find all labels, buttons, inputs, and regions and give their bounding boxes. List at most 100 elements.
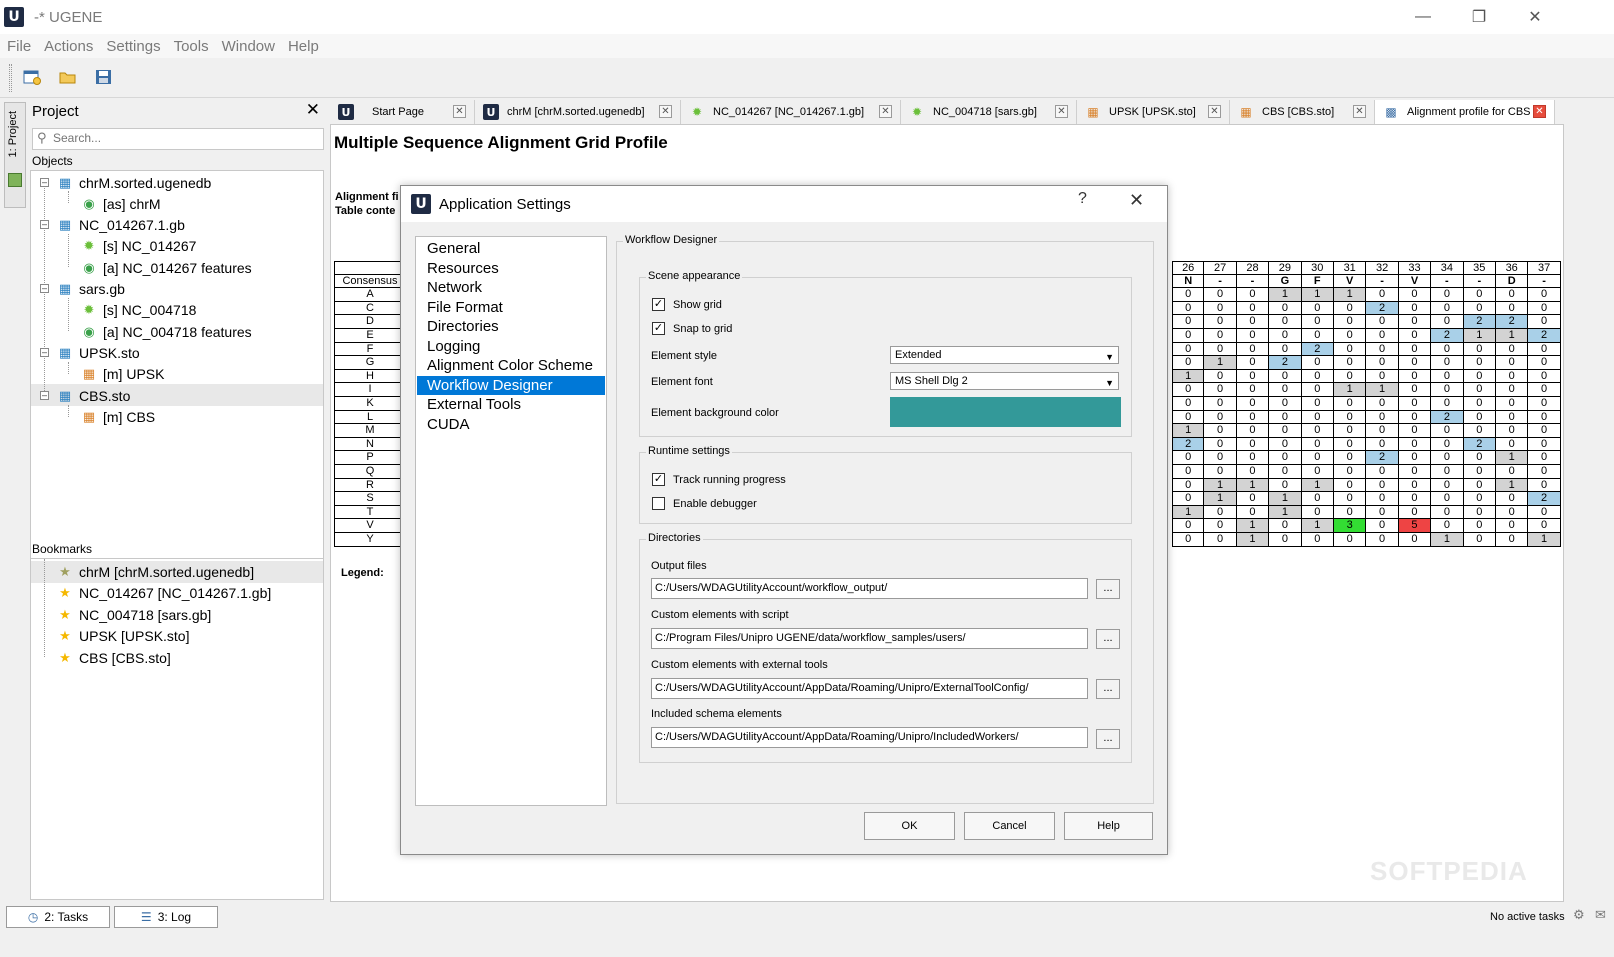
element-font-combo[interactable]: MS Shell Dlg 2 ▼ xyxy=(890,372,1119,390)
project-side-tab[interactable]: 1: Project xyxy=(4,102,26,208)
menu-file[interactable]: File xyxy=(1,38,37,55)
ok-button[interactable]: OK xyxy=(864,812,955,840)
category-general[interactable]: General xyxy=(417,239,605,258)
tree-item-object[interactable]: ✹ [s] NC_004718 xyxy=(81,299,197,321)
messages-icon[interactable]: ✉ xyxy=(1595,907,1606,923)
show-grid-checkbox[interactable]: ✓ Show grid xyxy=(652,298,722,311)
enable-debugger-checkbox[interactable]: Enable debugger xyxy=(652,497,757,510)
included-schema-input[interactable]: C:/Users/WDAGUtilityAccount/AppData/Roam… xyxy=(651,727,1088,748)
toolbar-grip[interactable] xyxy=(9,64,12,92)
close-tab-icon[interactable]: ✕ xyxy=(879,105,892,118)
grid-value-cell: 0 xyxy=(1398,437,1432,452)
browse-schema-button[interactable]: ... xyxy=(1096,729,1120,749)
tree-item-object[interactable]: ▦ [m] UPSK xyxy=(81,363,165,385)
tasks-button[interactable]: ◷ 2: Tasks xyxy=(6,906,110,928)
cancel-button[interactable]: Cancel xyxy=(964,812,1055,840)
tree-item-document[interactable]: ▦ NC_014267.1.gb xyxy=(57,214,185,236)
custom-script-input[interactable]: C:/Program Files/Unipro UGENE/data/workf… xyxy=(651,628,1088,649)
bookmark-item[interactable]: ★ CBS [CBS.sto] xyxy=(57,647,171,669)
custom-external-tools-input[interactable]: C:/Users/WDAGUtilityAccount/AppData/Roam… xyxy=(651,678,1088,699)
category-external-tools[interactable]: External Tools xyxy=(417,395,605,414)
tab-nc-004718[interactable]: ✹ NC_004718 [sars.gb] ✕ xyxy=(901,100,1077,124)
close-tab-icon[interactable]: ✕ xyxy=(1533,105,1546,118)
tree-item-object[interactable]: ◉ [a] NC_014267 features xyxy=(81,257,251,279)
menu-actions[interactable]: Actions xyxy=(38,38,99,55)
browse-external-tools-button[interactable]: ... xyxy=(1096,679,1120,699)
bookmarks-tree[interactable]: ★ chrM [chrM.sorted.ugenedb] ★ NC_014267 [… xyxy=(30,558,324,900)
bookmark-item[interactable]: ★ NC_014267 [NC_014267.1.gb] xyxy=(57,582,271,604)
close-tab-icon[interactable]: ✕ xyxy=(1353,105,1366,118)
grid-value-cell: 0 xyxy=(1269,342,1302,357)
tree-item-document[interactable]: ▦ sars.gb xyxy=(57,278,125,300)
category-workflow-designer[interactable]: Workflow Designer xyxy=(417,375,605,395)
project-search[interactable]: ⚲ xyxy=(32,128,324,150)
tree-item-object[interactable]: ▦ [m] CBS xyxy=(81,406,155,428)
grid-row-label: A xyxy=(334,288,406,302)
element-style-combo[interactable]: Extended ▼ xyxy=(890,346,1119,364)
settings-category-list[interactable]: General Resources Network File Format Di… xyxy=(415,236,607,806)
grid-value-cell: 0 xyxy=(1204,315,1237,329)
tab-chrm[interactable]: UchrM [chrM.sorted.ugenedb] ✕ xyxy=(475,100,681,124)
category-alignment-color-scheme[interactable]: Alignment Color Scheme xyxy=(417,356,605,375)
category-network[interactable]: Network xyxy=(417,278,605,297)
tree-item-document[interactable]: ▦ CBS.sto xyxy=(57,385,131,407)
bookmark-star-icon: ★ xyxy=(59,564,71,579)
tab-nc-014267[interactable]: ✹ NC_014267 [NC_014267.1.gb] ✕ xyxy=(681,100,901,124)
close-tab-icon[interactable]: ✕ xyxy=(1208,105,1221,118)
tree-item-object[interactable]: ✹ [s] NC_014267 xyxy=(81,235,197,257)
bookmark-item[interactable]: ★ NC_004718 [sars.gb] xyxy=(57,604,211,626)
category-logging[interactable]: Logging xyxy=(417,337,605,356)
browse-script-button[interactable]: ... xyxy=(1096,629,1120,649)
grid-value-cell: 0 xyxy=(1301,492,1334,506)
collapse-toggle[interactable]: – xyxy=(40,284,49,293)
tree-item-document[interactable]: ▦ chrM.sorted.ugenedb xyxy=(57,172,211,194)
track-running-progress-checkbox[interactable]: ✓ Track running progress xyxy=(652,473,786,486)
close-button[interactable]: ✕ xyxy=(1506,0,1564,34)
grid-value-cell: 0 xyxy=(1269,437,1302,452)
tab-upsk[interactable]: ▦ UPSK [UPSK.sto] ✕ xyxy=(1077,100,1230,124)
notification-icon[interactable]: ⚙ xyxy=(1573,907,1585,923)
collapse-toggle[interactable]: – xyxy=(40,220,49,229)
snap-to-grid-checkbox[interactable]: ✓ Snap to grid xyxy=(652,322,732,335)
minimize-button[interactable]: — xyxy=(1394,0,1452,34)
category-cuda[interactable]: CUDA xyxy=(417,415,605,434)
project-search-input[interactable] xyxy=(53,131,313,145)
scene-appearance-group: Scene appearance ✓ Show grid ✓ Snap to gri… xyxy=(639,270,1132,437)
category-file-format[interactable]: File Format xyxy=(417,298,605,317)
menu-tools[interactable]: Tools xyxy=(168,38,215,55)
open-folder-icon[interactable] xyxy=(58,68,80,88)
tree-item-document[interactable]: ▦ UPSK.sto xyxy=(57,342,140,364)
close-tab-icon[interactable]: ✕ xyxy=(453,105,466,118)
menu-help[interactable]: Help xyxy=(282,38,325,55)
maximize-button[interactable]: ❐ xyxy=(1450,0,1508,34)
new-project-icon[interactable] xyxy=(22,68,44,88)
dialog-help-icon[interactable]: ? xyxy=(1078,190,1087,208)
tree-item-object[interactable]: ◉ [a] NC_004718 features xyxy=(81,321,251,343)
menu-window[interactable]: Window xyxy=(216,38,281,55)
bookmark-item[interactable]: ★ chrM [chrM.sorted.ugenedb] xyxy=(57,561,254,583)
close-tab-icon[interactable]: ✕ xyxy=(659,105,672,118)
collapse-toggle[interactable]: – xyxy=(40,348,49,357)
help-button[interactable]: Help xyxy=(1064,812,1153,840)
tab-alignment-profile[interactable]: ▩ Alignment profile for CBS ✕ xyxy=(1375,100,1555,124)
browse-output-button[interactable]: ... xyxy=(1096,579,1120,599)
dialog-close-icon[interactable]: ✕ xyxy=(1129,190,1144,211)
collapse-toggle[interactable]: – xyxy=(40,178,49,187)
bookmark-item[interactable]: ★ UPSK [UPSK.sto] xyxy=(57,625,189,647)
category-resources[interactable]: Resources xyxy=(417,259,605,278)
legend-label: Legend: xyxy=(341,567,384,579)
grid-value-cell: 0 xyxy=(1463,519,1496,533)
menu-settings[interactable]: Settings xyxy=(100,38,166,55)
close-tab-icon[interactable]: ✕ xyxy=(1055,105,1068,118)
tab-start-page[interactable]: U Start Page ✕ xyxy=(330,100,475,124)
output-files-input[interactable]: C:/Users/WDAGUtilityAccount/workflow_out… xyxy=(651,578,1088,599)
category-directories[interactable]: Directories xyxy=(417,317,605,336)
save-icon[interactable] xyxy=(94,68,116,88)
element-bg-color-button[interactable] xyxy=(890,397,1121,427)
collapse-toggle[interactable]: – xyxy=(40,391,49,400)
grid-value-cell: 0 xyxy=(1236,369,1270,384)
close-project-panel-icon[interactable]: ✕ xyxy=(306,100,320,120)
tree-item-object[interactable]: ◉ [as] chrM xyxy=(81,193,160,215)
tab-cbs[interactable]: ▦ CBS [CBS.sto] ✕ xyxy=(1230,100,1375,124)
log-button[interactable]: ☰ 3: Log xyxy=(114,906,218,928)
